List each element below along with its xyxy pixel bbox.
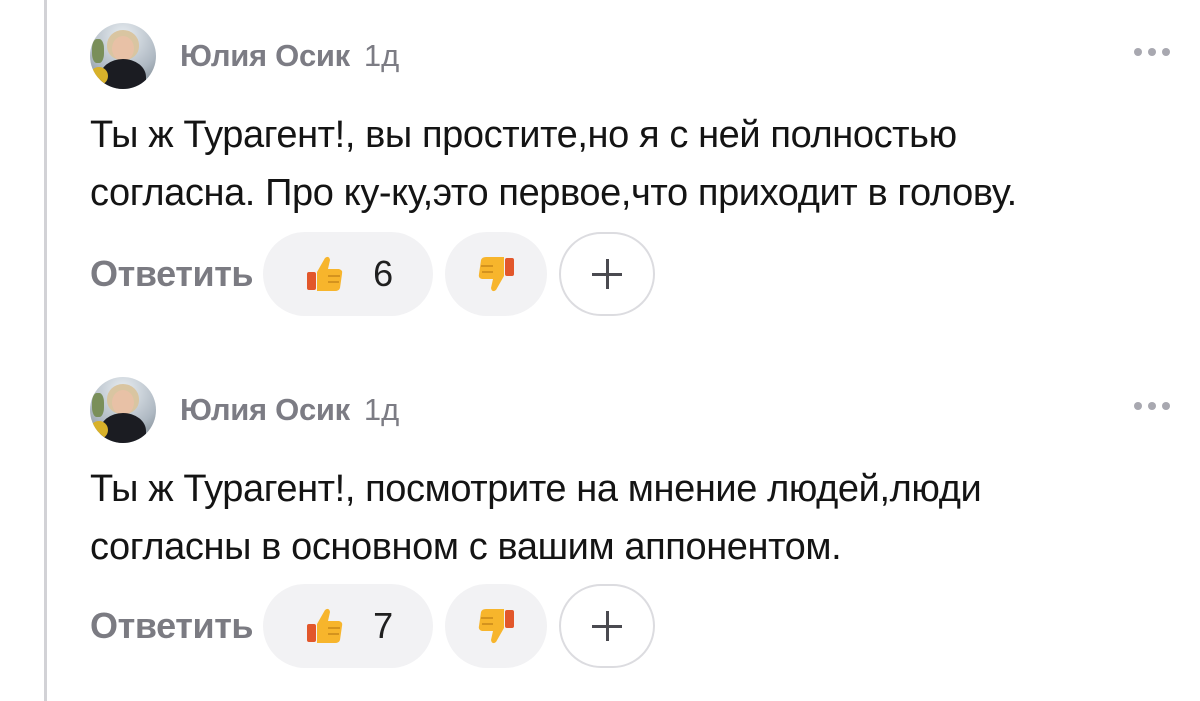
add-reaction-button[interactable] (559, 584, 656, 668)
comment-text-line: согласны в основном с вашим аппонентом. (90, 526, 842, 568)
comment-header: Юлия Осик 1д (90, 376, 399, 444)
dislike-button[interactable] (445, 232, 548, 316)
avatar[interactable] (90, 23, 156, 89)
like-button[interactable]: 6 (263, 232, 434, 316)
comment-text-line: согласна. Про ку-ку,это первое,что прихо… (90, 172, 1017, 214)
thumbs-up-icon (303, 252, 347, 296)
author-name[interactable]: Юлия Осик (180, 38, 350, 74)
more-dots-icon[interactable] (1134, 402, 1170, 410)
comment-time: 1д (363, 38, 400, 73)
thread-line (44, 0, 47, 701)
like-count: 6 (373, 253, 394, 294)
thumbs-up-icon (303, 604, 347, 648)
like-count: 7 (373, 605, 394, 646)
plus-icon (592, 611, 623, 641)
author-name[interactable]: Юлия Осик (180, 392, 350, 428)
comment-time: 1д (363, 392, 400, 427)
comment-actions: Ответить 7 (90, 582, 656, 670)
comment-actions: Ответить 6 (90, 230, 656, 318)
comment-header: Юлия Осик 1д (90, 22, 399, 90)
reply-button[interactable]: Ответить (90, 253, 254, 295)
plus-icon (592, 259, 623, 289)
comment: Юлия Осик 1д Ты ж Турагент!, вы простите… (90, 18, 1170, 328)
comment-text-line: Ты ж Турагент!, вы простите,но я с ней п… (90, 114, 957, 156)
dislike-button[interactable] (445, 584, 548, 668)
more-dots-icon[interactable] (1134, 48, 1170, 56)
avatar[interactable] (90, 377, 156, 443)
comment-text-line: Ты ж Турагент!, посмотрите на мнение люд… (90, 468, 982, 510)
thumbs-down-icon (474, 252, 518, 296)
reply-button[interactable]: Ответить (90, 605, 254, 647)
comment: Юлия Осик 1д Ты ж Турагент!, посмотрите … (90, 372, 1170, 682)
comment-text: Ты ж Турагент!, посмотрите на мнение люд… (90, 460, 1170, 576)
add-reaction-button[interactable] (559, 232, 656, 316)
comment-text: Ты ж Турагент!, вы простите,но я с ней п… (90, 106, 1170, 222)
thumbs-down-icon (474, 604, 518, 648)
like-button[interactable]: 7 (263, 584, 434, 668)
